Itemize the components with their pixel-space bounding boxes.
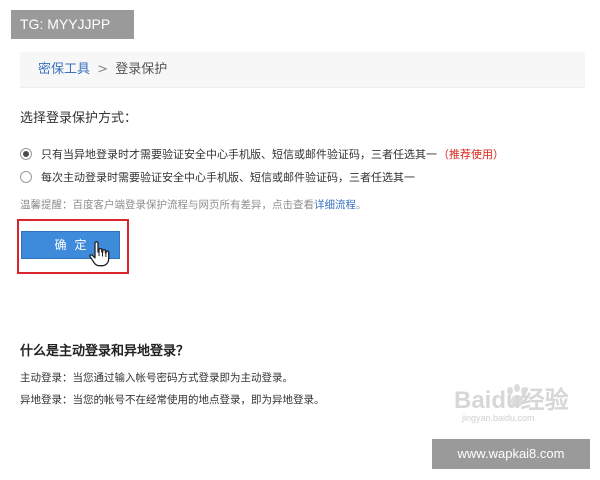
- faq-remote-login: 异地登录：当您的帐号不在经常使用的地点登录，即为异地登录。: [20, 394, 325, 406]
- baidu-sub-text: jingyan.baidu.com: [462, 413, 535, 423]
- radio-remote-login[interactable]: [20, 148, 32, 160]
- hint-suffix: 。: [356, 199, 367, 211]
- section-title: 选择登录保护方式：: [20, 111, 138, 126]
- breadcrumb-link-security-tools[interactable]: 密保工具: [38, 62, 90, 77]
- option-remote-login-label: 只有当异地登录时才需要验证安全中心手机版、短信或邮件验证码，三者任选其一: [41, 148, 437, 161]
- recommend-badge: （推荐使用）: [438, 148, 504, 161]
- option-every-login[interactable]: 每次主动登录时需要验证安全中心手机版、短信或邮件验证码，三者任选其一: [20, 169, 415, 185]
- radio-every-login[interactable]: [20, 171, 32, 183]
- faq-active-login: 主动登录：当您通过输入帐号密码方式登录即为主动登录。: [20, 372, 293, 384]
- watermark-tg-label: TG: MYYJJPP: [11, 10, 134, 39]
- option-every-login-label: 每次主动登录时需要验证安全中心手机版、短信或邮件验证码，三者任选其一: [41, 171, 415, 184]
- baidu-brand-text: Baidu经验: [454, 387, 569, 414]
- hand-cursor-icon: [89, 241, 110, 267]
- breadcrumb: 密保工具 > 登录保护: [20, 52, 585, 88]
- faq-title: 什么是主动登录和异地登录？: [20, 344, 190, 359]
- site-url-label: www.wapkai8.com: [432, 439, 590, 469]
- hint-text: 温馨提醒：百度客户端登录保护流程与网页所有差异，点击查看详细流程。: [20, 197, 367, 212]
- baidu-jingyan-watermark: Baidu经验 jingyan.baidu.com: [454, 380, 574, 428]
- hint-body: 温馨提醒：百度客户端登录保护流程与网页所有差异，点击查看: [20, 199, 314, 211]
- option-remote-login[interactable]: 只有当异地登录时才需要验证安全中心手机版、短信或邮件验证码，三者任选其一 （推荐…: [20, 146, 504, 162]
- breadcrumb-current: 登录保护: [115, 62, 168, 77]
- breadcrumb-separator: >: [97, 62, 109, 77]
- hint-details-link[interactable]: 详细流程: [314, 199, 356, 211]
